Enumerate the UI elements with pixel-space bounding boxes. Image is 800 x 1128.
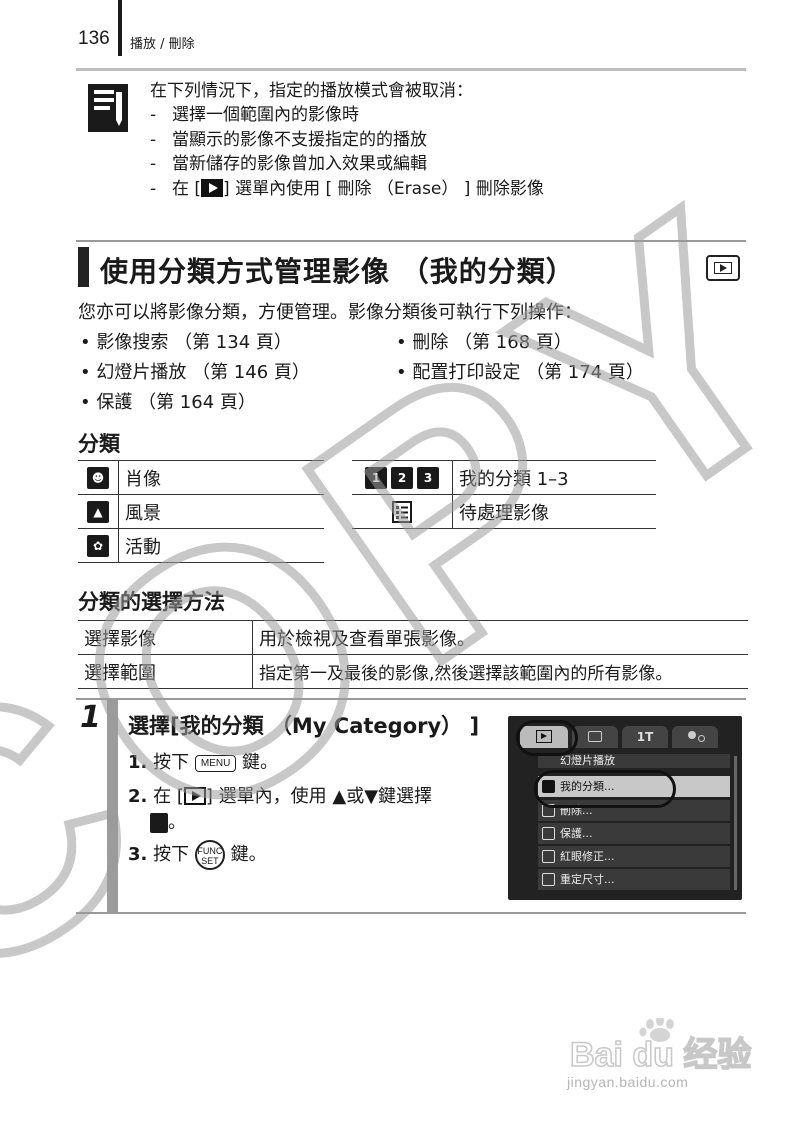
page-number: 136	[78, 28, 110, 49]
table-row: 待處理影像	[352, 494, 656, 529]
step-title: 選擇[我的分類 （My Category） ]	[128, 714, 480, 738]
camera-menu-item: 保護...	[538, 823, 730, 844]
table-row: 選擇範圍 指定第一及最後的影像,然後選擇該範圍內的所有影像。	[78, 654, 748, 689]
selection-method: 選擇範圍	[78, 654, 253, 689]
my-category-icon	[150, 813, 168, 833]
note-item: - 當新儲存的影像曾加入效果或編輯	[150, 154, 427, 174]
func-set-button-icon: FUNC SET	[194, 840, 225, 870]
camera-menu-item: 幻燈片播放	[538, 754, 730, 768]
table-row: ✿ 活動	[78, 528, 324, 563]
step-accent-bar	[107, 700, 118, 912]
highlight-oval-tab	[516, 720, 578, 756]
section-label: 播放 / 刪除	[130, 37, 195, 52]
bullet-item: • 幻燈片播放 （第 146 頁）	[80, 362, 310, 383]
table-row: 選擇影像 用於檢視及查看單張影像。	[78, 620, 748, 655]
header-rule	[76, 68, 746, 71]
table-row: ☻ 肖像	[78, 460, 324, 495]
category-label: 肖像	[118, 460, 324, 495]
selection-table: 選擇影像 用於檢視及查看單張影像。 選擇範圍 指定第一及最後的影像,然後選擇該範…	[78, 620, 748, 689]
step-rule	[76, 698, 746, 700]
baidu-logo: Bai du 经验	[570, 1018, 752, 1074]
selection-description: 用於檢視及查看單張影像。	[252, 620, 748, 655]
camera-menu-item: 紅眼修正...	[538, 846, 730, 867]
down-arrow-icon: ▼	[364, 786, 379, 807]
my-category-3-icon: 3	[417, 466, 439, 489]
categories-table-left: ☻ 肖像 ▲ 風景 ✿ 活動	[78, 460, 324, 563]
play-mode-icon	[183, 787, 206, 805]
selection-heading: 分類的選擇方法	[78, 590, 225, 614]
my-category-1-icon: 1	[365, 466, 387, 489]
step-rule	[76, 912, 746, 914]
note-item: - 當顯示的影像不支援指定的的播放	[150, 130, 427, 150]
category-label: 風景	[118, 494, 324, 529]
categories-heading: 分類	[78, 432, 120, 456]
play-mode-icon	[201, 179, 224, 197]
step-instruction: 3. 按下 FUNC SET 鍵。	[128, 840, 267, 870]
to-do-icon	[392, 500, 412, 523]
tab-print	[572, 726, 618, 748]
category-label: 我的分類 1–3	[452, 460, 656, 495]
note-lead: 在下列情況下，指定的播放模式會被取消：	[150, 81, 473, 101]
note-item: -在 [] 選單內使用 [ 刪除 （Erase） ] 刪除影像	[150, 179, 544, 199]
highlight-oval-item	[534, 770, 676, 808]
tab-setup: 1T	[622, 726, 668, 748]
bullet-item: • 影像搜索 （第 134 頁）	[80, 332, 292, 353]
landscape-icon: ▲	[87, 500, 109, 523]
baidu-logo-text: Bai du 经验	[570, 1035, 751, 1074]
bullet-item: • 刪除 （第 168 頁）	[396, 332, 572, 353]
selection-method: 選擇影像	[78, 620, 253, 655]
categories-table-right: 123 我的分類 1–3 待處理影像	[352, 460, 656, 529]
bullet-item: • 保護 （第 164 頁）	[80, 392, 256, 413]
title-accent-bar	[78, 247, 89, 287]
baidu-url: jingyan.baidu.com	[567, 1074, 689, 1090]
step-number: 1	[80, 700, 101, 735]
bullet-item: • 配置打印設定 （第 174 頁）	[396, 362, 644, 383]
header-divider	[118, 0, 122, 56]
title-rule	[76, 240, 746, 242]
table-row: 123 我的分類 1–3	[352, 460, 656, 495]
category-label: 待處理影像	[452, 494, 656, 529]
up-arrow-icon: ▲	[332, 786, 347, 807]
page-title: 使用分類方式管理影像 （我的分類）	[100, 255, 575, 288]
selection-description: 指定第一及最後的影像,然後選擇該範圍內的所有影像。	[252, 654, 748, 689]
portrait-icon: ☻	[87, 466, 109, 489]
category-label: 活動	[118, 528, 324, 563]
intro-text: 您亦可以將影像分類，方便管理。影像分類後可執行下列操作：	[78, 302, 582, 323]
camera-menu-scrollbar	[734, 756, 737, 890]
table-row: ▲ 風景	[78, 494, 324, 529]
events-icon: ✿	[87, 534, 109, 557]
step-instruction: 。	[150, 808, 186, 834]
camera-menu-item: 重定尺寸...	[538, 869, 730, 890]
tab-my-menu	[672, 726, 718, 748]
note-icon	[88, 84, 128, 132]
playback-mode-icon	[706, 255, 740, 281]
my-category-2-icon: 2	[391, 466, 413, 489]
note-item: - 選擇一個範圍內的影像時	[150, 105, 359, 125]
step-instruction: 1. 按下 MENU 鍵。	[128, 752, 279, 773]
menu-button-icon: MENU	[194, 755, 237, 772]
step-instruction: 2. 在 [] 選單內，使用 ▲或▼鍵選擇	[128, 786, 433, 807]
